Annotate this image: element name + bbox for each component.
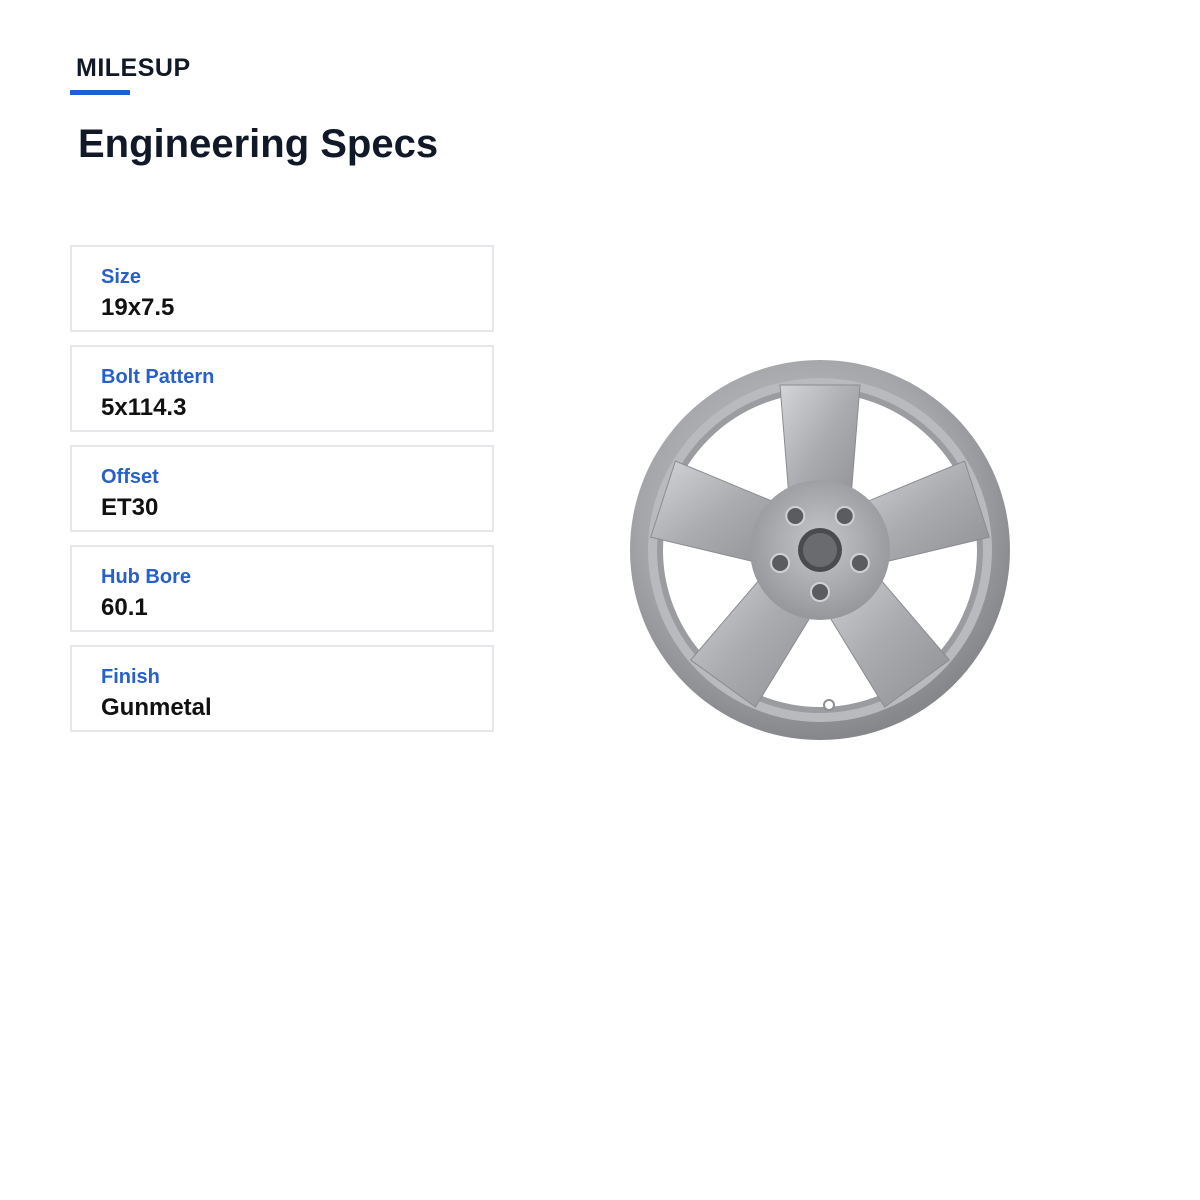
spec-value: ET30 xyxy=(101,494,159,521)
spec-value: 5x114.3 xyxy=(101,394,187,421)
brand-logo[interactable]: MILESUP xyxy=(76,54,191,83)
lug-hole xyxy=(849,553,870,573)
product-image xyxy=(625,355,1015,745)
spec-label: Hub Bore xyxy=(101,566,191,588)
spec-value: Gunmetal xyxy=(101,694,212,721)
spec-label: Bolt Pattern xyxy=(101,366,215,388)
spec-card-bolt-pattern: Bolt Pattern 5x114.3 xyxy=(70,345,494,432)
spec-value: 19x7.5 xyxy=(101,294,175,321)
lug-hole xyxy=(770,553,791,573)
lug-hole xyxy=(810,582,830,602)
spec-card-offset: Offset ET30 xyxy=(70,445,494,532)
spec-card-size: Size 19x7.5 xyxy=(70,245,494,332)
spec-card-hub-bore: Hub Bore 60.1 xyxy=(70,545,494,632)
spec-label: Size xyxy=(101,266,142,288)
spec-value: 60.1 xyxy=(101,594,148,621)
lug-hole xyxy=(834,506,855,526)
spec-label: Finish xyxy=(101,666,160,688)
wheel-icon xyxy=(630,360,1010,740)
spec-label: Offset xyxy=(101,466,159,488)
spec-card-finish: Finish Gunmetal xyxy=(70,645,494,732)
page-title: Engineering Specs xyxy=(78,122,439,166)
lug-hole xyxy=(785,506,806,526)
brand-underline xyxy=(70,90,130,95)
spec-list: Size 19x7.5 Bolt Pattern 5x114.3 Offset … xyxy=(70,245,494,745)
